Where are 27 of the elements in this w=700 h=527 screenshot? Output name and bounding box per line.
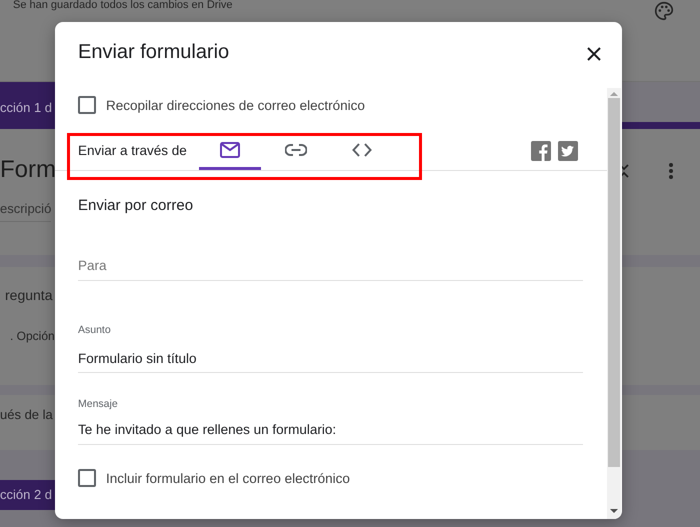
dialog-title: Enviar formulario [78,40,230,64]
send-via-label: Enviar a través de [78,142,187,160]
checkbox-label: Recopilar direcciones de correo electrónico [106,98,365,112]
section-title: Enviar por correo [78,197,194,215]
checkbox[interactable] [78,96,96,114]
close-icon [587,47,601,61]
message-field[interactable]: Te he invitado a que rellenes un formulario: [78,417,583,445]
recipient-field[interactable]: Para [78,253,583,281]
save-status: Se han guardado todos los cambios en Drive [13,0,233,11]
more-icon[interactable] [668,162,674,180]
form-title: Form [0,155,56,185]
facebook-icon[interactable] [531,140,551,160]
email-icon [220,142,240,158]
form-description: escripció [0,201,52,222]
section-text: ués de la [0,407,53,422]
palette-icon[interactable] [653,0,675,22]
field-label: Asunto [78,323,112,338]
subject-field[interactable]: Formulario sin título [78,346,583,373]
question-text: regunta [5,287,52,303]
code-icon [352,142,372,156]
link-icon [284,144,307,156]
checkbox-label: Incluir formulario en el correo electrónico [106,470,350,486]
field-label: Mensaje [78,397,119,412]
checkbox[interactable] [78,469,96,487]
twitter-icon[interactable] [558,140,578,160]
option-text: . Opción [9,329,55,343]
scrollbar[interactable] [607,88,621,519]
